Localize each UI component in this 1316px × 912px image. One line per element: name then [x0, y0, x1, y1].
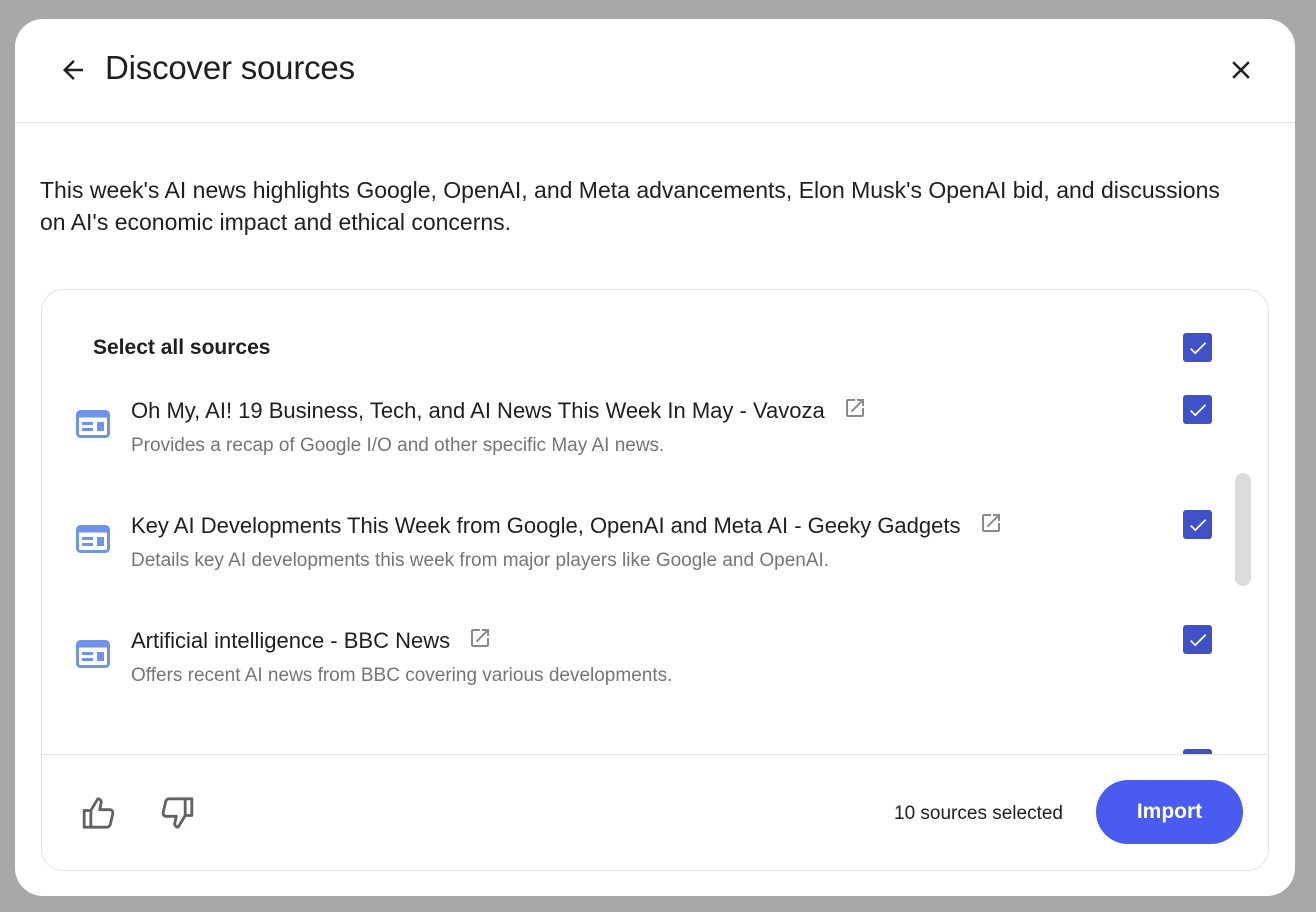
open-in-new-icon[interactable] [843, 396, 867, 420]
close-icon [1232, 61, 1250, 79]
source-title[interactable]: Artificial intelligence - BBC News [131, 626, 492, 654]
selected-count: 10 sources selected [894, 803, 1063, 824]
scrollbar-thumb[interactable] [1235, 473, 1251, 586]
dialog-title: Discover sources [105, 49, 355, 86]
web-page-icon [76, 640, 110, 668]
close-button[interactable] [1221, 50, 1261, 90]
source-title[interactable]: Key AI Developments This Week from Googl… [131, 511, 1003, 539]
sources-panel: Select all sources Oh My, AI! 19 Busines… [41, 289, 1269, 871]
source-checkbox[interactable] [1183, 625, 1212, 654]
summary-text: This week's AI news highlights Google, O… [40, 177, 1220, 235]
source-description: Provides a recap of Google I/O and other… [131, 435, 665, 456]
back-button[interactable] [53, 50, 93, 90]
source-description: Details key AI developments this week fr… [131, 550, 830, 571]
web-page-icon [76, 525, 110, 553]
select-all-row: Select all sources [42, 290, 1268, 380]
checkmark-icon [1189, 633, 1206, 646]
open-in-new-icon[interactable] [979, 511, 1003, 535]
import-button[interactable]: Import [1096, 780, 1243, 844]
select-all-label: Select all sources [93, 336, 271, 359]
dialog-footer: 10 sources selected Import [42, 754, 1268, 870]
thumbs-down-icon[interactable] [156, 793, 196, 833]
source-title-text[interactable]: Key AI Developments This Week from Googl… [131, 513, 961, 538]
source-title-text[interactable]: Artificial intelligence - BBC News [131, 628, 450, 653]
checkmark-icon [1189, 518, 1206, 531]
thumbs-up-icon[interactable] [80, 793, 120, 833]
checkmark-icon [1189, 403, 1206, 416]
dialog-header: Discover sources [15, 19, 1295, 123]
source-item[interactable]: Oh My, AI! 19 Business, Tech, and AI New… [42, 380, 1232, 495]
checkmark-icon [1189, 341, 1206, 354]
source-checkbox[interactable] [1183, 510, 1212, 539]
arrow-left-icon [63, 60, 83, 80]
open-in-new-icon[interactable] [468, 626, 492, 650]
source-checkbox[interactable] [1183, 395, 1212, 424]
source-item[interactable]: Key AI Developments This Week from Googl… [42, 495, 1232, 610]
source-title[interactable]: Oh My, AI! 19 Business, Tech, and AI New… [131, 396, 867, 424]
source-title-text[interactable]: Oh My, AI! 19 Business, Tech, and AI New… [131, 398, 825, 423]
select-all-checkbox[interactable] [1183, 333, 1212, 362]
sources-list[interactable]: Oh My, AI! 19 Business, Tech, and AI New… [42, 380, 1268, 754]
source-description: Offers recent AI news from BBC covering … [131, 665, 673, 686]
discover-sources-dialog: Discover sources This week's AI news hig… [15, 19, 1295, 896]
source-item[interactable]: Artificial intelligence - BBC News Offer… [42, 610, 1232, 725]
web-page-icon [76, 410, 110, 438]
